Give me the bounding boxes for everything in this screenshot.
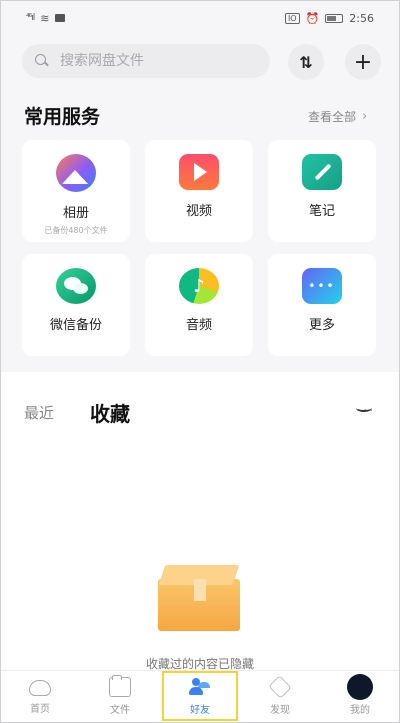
- search-bar[interactable]: [22, 44, 270, 78]
- wifi-icon: ≋: [40, 11, 50, 25]
- hide-eye-icon[interactable]: [354, 402, 376, 416]
- search-input[interactable]: [60, 53, 250, 69]
- photo-album-icon: [56, 154, 96, 192]
- folder-icon: [109, 675, 131, 697]
- home-cloud-icon: [29, 680, 51, 696]
- nav-item-files[interactable]: 文件: [80, 671, 160, 723]
- video-play-icon: [179, 154, 219, 190]
- service-card-notes[interactable]: 笔记: [268, 140, 376, 242]
- status-left: ⁴⁶ıl ≋: [26, 11, 66, 25]
- service-label: 音频: [185, 318, 212, 333]
- service-label: 视频: [185, 204, 212, 219]
- service-card-video[interactable]: 视频: [145, 140, 253, 242]
- chevron-right-icon: ›: [362, 109, 368, 124]
- service-label: 相册: [62, 206, 89, 221]
- nav-label: 好友: [190, 705, 210, 716]
- search-icon: [34, 53, 50, 69]
- battery-icon: [325, 13, 344, 23]
- discover-icon: [268, 675, 292, 699]
- nav-item-friends[interactable]: 好友: [160, 671, 240, 723]
- nav-label: 我的: [350, 705, 370, 716]
- service-label: 微信备份: [49, 318, 102, 333]
- empty-box-illustration: [158, 565, 240, 631]
- more-dots-icon: [302, 268, 342, 304]
- nav-item-home[interactable]: 首页: [0, 671, 80, 723]
- status-bar: ⁴⁶ıl ≋ IO ⏰ 2:56: [0, 0, 400, 36]
- view-all-label: 查看全部: [308, 110, 357, 124]
- service-card-wechat-backup[interactable]: 微信备份: [22, 254, 130, 356]
- notification-icon: [55, 14, 66, 22]
- nav-label: 文件: [110, 705, 130, 716]
- avatar-icon: [347, 674, 373, 700]
- status-time: 2:56: [349, 11, 374, 25]
- box-tape: [194, 579, 206, 601]
- status-right: IO ⏰ 2:56: [284, 11, 374, 25]
- nav-item-me[interactable]: 我的: [320, 671, 400, 723]
- friends-icon: [189, 677, 211, 697]
- io-badge-icon: IO: [284, 12, 300, 24]
- services-title: 常用服务: [24, 106, 101, 128]
- bottom-nav: 首页 文件 好友 发现 我的: [0, 670, 400, 723]
- service-card-album[interactable]: 相册 已备份480个文件: [22, 140, 130, 242]
- note-pen-icon: [302, 154, 342, 190]
- service-label: 笔记: [308, 204, 335, 219]
- alarm-icon: ⏰: [305, 11, 320, 25]
- nav-label: 发现: [270, 705, 290, 716]
- service-label: 更多: [308, 318, 335, 333]
- add-button[interactable]: +: [345, 44, 381, 80]
- signal-icon: ⁴⁶ıl: [26, 13, 35, 23]
- service-sublabel: 已备份480个文件: [44, 226, 108, 235]
- nav-item-discover[interactable]: 发现: [240, 671, 320, 723]
- nav-label: 首页: [30, 704, 50, 715]
- view-all-link[interactable]: 查看全部 ›: [308, 108, 367, 125]
- wechat-backup-icon: [56, 268, 96, 304]
- audio-music-icon: [179, 268, 219, 304]
- tab-recent[interactable]: 最近: [24, 402, 54, 423]
- service-card-audio[interactable]: 音频: [145, 254, 253, 356]
- sort-button[interactable]: ⇅: [288, 44, 324, 80]
- service-card-more[interactable]: 更多: [268, 254, 376, 356]
- tab-favorites[interactable]: 收藏: [90, 398, 130, 427]
